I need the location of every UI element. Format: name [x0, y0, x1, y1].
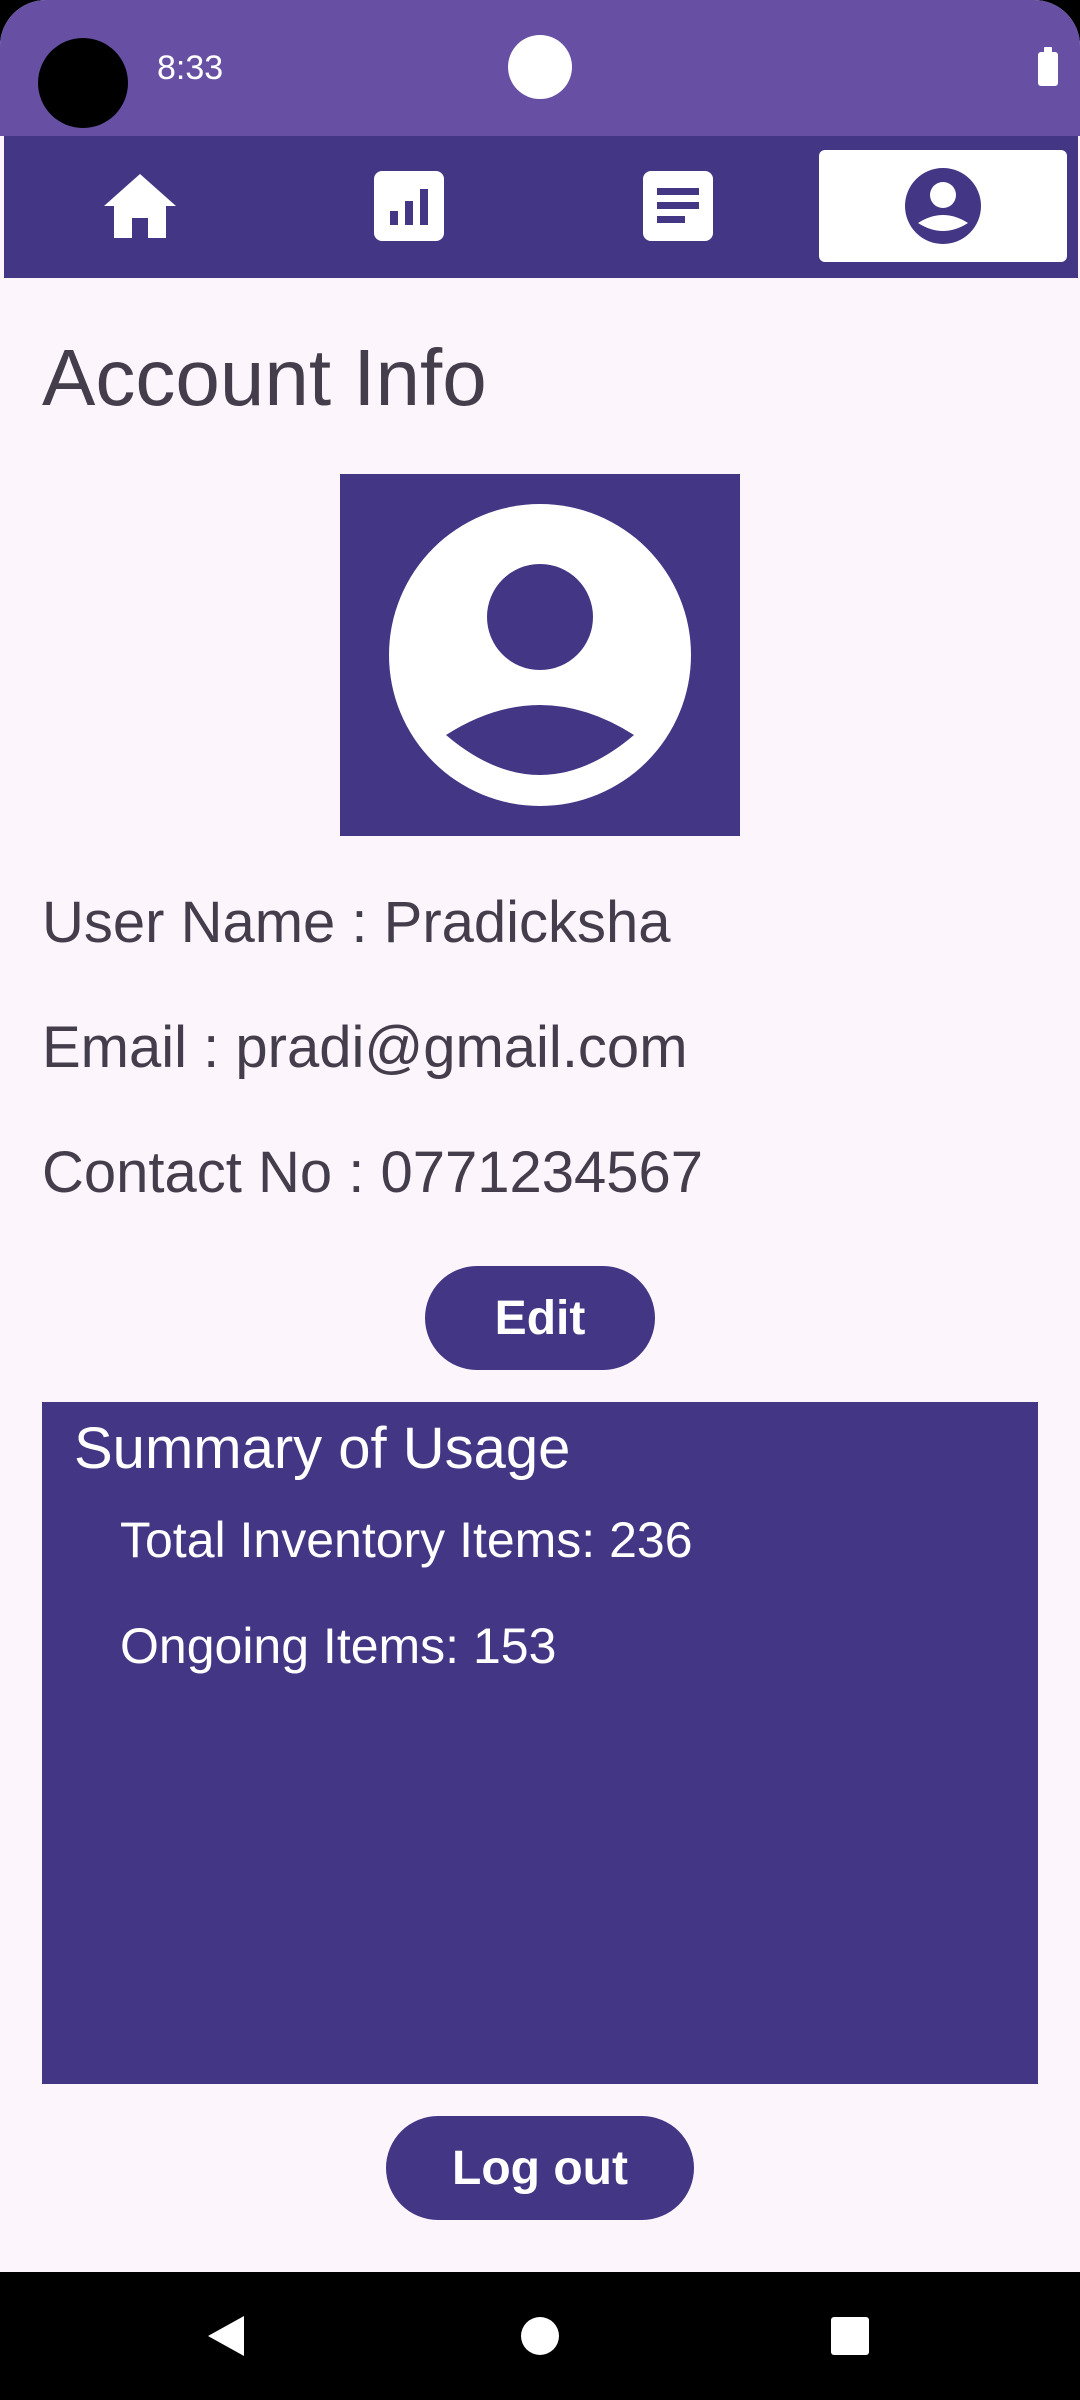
nav-item-stats[interactable]	[285, 150, 533, 262]
account-icon	[905, 168, 981, 244]
usage-summary-card: Summary of Usage Total Inventory Items: …	[42, 1402, 1038, 2084]
top-navigation-bar	[4, 136, 1078, 278]
ongoing-items-text: Ongoing Items: 153	[120, 1618, 557, 1674]
nav-item-home[interactable]	[16, 150, 264, 262]
nav-item-account[interactable]	[819, 150, 1067, 262]
edit-button[interactable]: Edit	[425, 1266, 655, 1370]
nav-item-documents[interactable]	[554, 150, 802, 262]
system-navigation-bar	[0, 2272, 1080, 2400]
summary-title: Summary of Usage	[74, 1416, 571, 1481]
email-text: Email : pradi@gmail.com	[42, 1015, 688, 1080]
bar-chart-icon	[374, 171, 444, 241]
back-icon	[208, 2316, 244, 2356]
total-inventory-text: Total Inventory Items: 236	[120, 1512, 693, 1568]
notification-dot-icon	[508, 35, 572, 99]
account-screen: 8:33 Account Info User Name: Pradicksha…	[0, 0, 1080, 2400]
user-name-text: User Name : Pradicksha	[42, 890, 671, 955]
recents-icon	[831, 2317, 869, 2355]
battery-icon	[1038, 47, 1058, 86]
page-title: Account Info	[42, 333, 487, 422]
system-back-button[interactable]	[196, 2306, 256, 2366]
profile-avatar	[340, 474, 740, 836]
document-icon	[643, 171, 713, 241]
home-icon	[104, 174, 176, 238]
camera-cutout	[38, 38, 128, 128]
logout-button[interactable]: Log out	[386, 2116, 694, 2220]
system-recents-button[interactable]	[820, 2306, 880, 2366]
account-circle-icon	[389, 504, 691, 806]
status-bar: 8:33	[0, 0, 1080, 136]
status-time: 8:33	[157, 49, 224, 87]
home-circle-icon	[521, 2317, 559, 2355]
system-home-button[interactable]	[510, 2306, 570, 2366]
contact-number-text: Contact No : 0771234567	[42, 1140, 704, 1205]
